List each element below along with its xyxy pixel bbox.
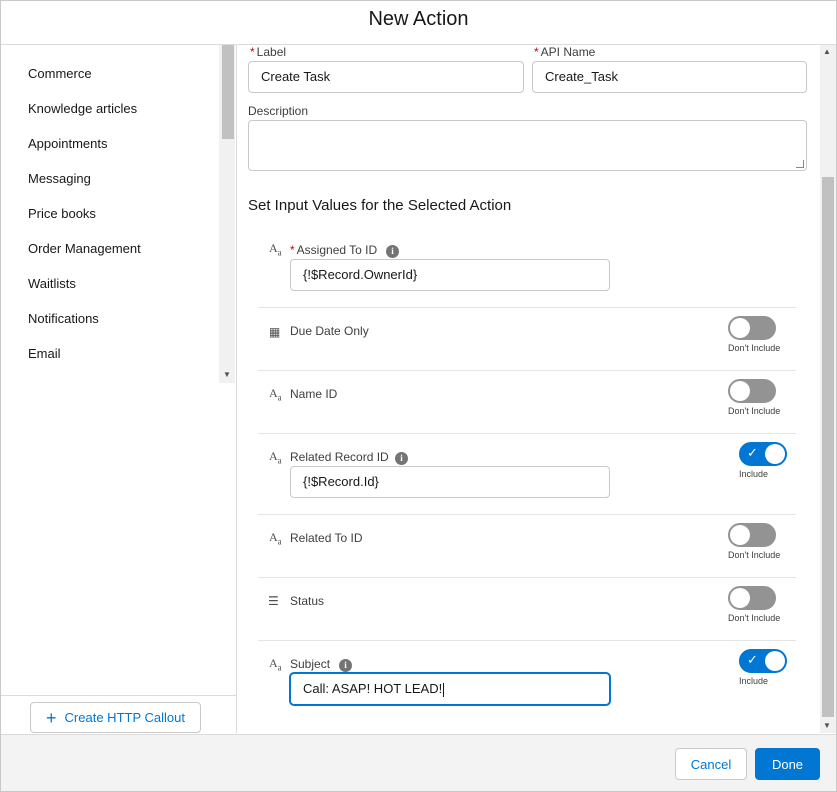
category-item-knowledge-articles[interactable]: Knowledge articles	[28, 101, 137, 116]
description-field-label: Description	[248, 104, 309, 118]
create-http-callout-label: Create HTTP Callout	[64, 710, 185, 725]
category-item-email[interactable]: Email	[28, 346, 61, 361]
related-to-id-toggle-caption: Don't Include	[728, 550, 781, 560]
checkmark-icon: ✓	[747, 652, 758, 667]
row-divider	[258, 514, 796, 515]
cancel-button[interactable]: Cancel	[675, 748, 747, 780]
scroll-up-arrow-icon[interactable]: ▲	[823, 47, 831, 56]
assigned-to-id-label: * Assigned To ID	[290, 243, 378, 257]
category-item-notifications[interactable]: Notifications	[28, 311, 99, 326]
text-type-icon: Aa	[269, 530, 282, 547]
picklist-icon: ☰	[268, 594, 279, 608]
status-label: Status	[290, 594, 325, 608]
checkmark-icon: ✓	[747, 445, 758, 460]
assigned-to-id-input[interactable]: {!$Record.OwnerId}	[290, 259, 610, 291]
due-date-only-toggle-caption: Don't Include	[728, 343, 781, 353]
text-type-icon: Aa	[269, 386, 282, 403]
modal-header: New Action	[1, 1, 836, 45]
row-divider	[258, 307, 796, 308]
due-date-only-toggle[interactable]	[728, 316, 776, 340]
required-marker: *	[534, 45, 539, 59]
related-record-id-toggle-caption: Include	[739, 469, 769, 479]
calendar-icon: ▦	[269, 325, 281, 339]
category-item-appointments[interactable]: Appointments	[28, 136, 108, 151]
text-type-icon: Aa	[269, 656, 282, 673]
due-date-only-label: Due Date Only	[290, 324, 369, 338]
related-to-id-label: Related To ID	[290, 531, 363, 545]
subject-input[interactable]: Call: ASAP! HOT LEAD!	[290, 673, 610, 705]
category-scrollbar-thumb[interactable]	[222, 45, 234, 139]
modal-title: New Action	[368, 8, 469, 30]
name-id-toggle[interactable]	[728, 379, 776, 403]
info-icon[interactable]: i	[386, 245, 399, 258]
name-id-toggle-caption: Don't Include	[728, 406, 781, 416]
related-record-id-label: Related Record ID	[290, 450, 389, 464]
section-title: Set Input Values for the Selected Action	[248, 197, 512, 214]
plus-icon: +	[46, 707, 57, 728]
scroll-down-arrow-icon[interactable]: ▼	[823, 721, 831, 730]
config-scrollbar-thumb[interactable]	[822, 177, 834, 717]
api-name-input[interactable]: Create_Task	[532, 61, 807, 93]
info-icon[interactable]: i	[339, 659, 352, 672]
category-item-messaging[interactable]: Messaging	[28, 171, 91, 186]
action-config-panel: ▲ ▼ * Label Create Task * API Name Create_…	[238, 45, 836, 733]
related-record-id-toggle[interactable]: ✓	[739, 442, 787, 466]
related-to-id-toggle[interactable]	[728, 523, 776, 547]
create-http-callout-button[interactable]: + Create HTTP Callout	[30, 702, 201, 733]
description-textarea[interactable]	[248, 120, 807, 171]
row-divider	[258, 433, 796, 434]
resize-handle-icon[interactable]	[796, 160, 804, 168]
related-record-id-input[interactable]: {!$Record.Id}	[290, 466, 610, 498]
row-divider	[258, 640, 796, 641]
status-toggle[interactable]	[728, 586, 776, 610]
action-category-panel: Commerce Knowledge articles Appointments…	[1, 45, 237, 733]
category-item-commerce[interactable]: Commerce	[28, 66, 92, 81]
row-divider	[258, 577, 796, 578]
api-name-field-label: * API Name	[534, 45, 596, 59]
row-divider	[258, 370, 796, 371]
subject-toggle-caption: Include	[739, 676, 769, 686]
label-input[interactable]: Create Task	[248, 61, 524, 93]
subject-toggle[interactable]: ✓	[739, 649, 787, 673]
name-id-label: Name ID	[290, 387, 338, 401]
label-field-label: * Label	[250, 45, 287, 59]
scroll-down-arrow-icon[interactable]: ▼	[221, 370, 233, 380]
text-type-icon: Aa	[269, 241, 282, 258]
category-item-order-management[interactable]: Order Management	[28, 241, 141, 256]
modal-footer: Cancel Done	[1, 734, 836, 791]
category-list: Commerce Knowledge articles Appointments…	[1, 45, 219, 385]
left-panel-footer: + Create HTTP Callout	[1, 695, 236, 733]
category-item-price-books[interactable]: Price books	[28, 206, 96, 221]
info-icon[interactable]: i	[395, 452, 408, 465]
status-toggle-caption: Don't Include	[728, 613, 781, 623]
new-action-modal: New Action Commerce Knowledge articles A…	[0, 0, 837, 792]
required-marker: *	[250, 45, 255, 59]
text-type-icon: Aa	[269, 449, 282, 466]
category-item-waitlists[interactable]: Waitlists	[28, 276, 76, 291]
subject-label: Subject	[290, 657, 331, 671]
text-cursor	[443, 682, 445, 697]
done-button[interactable]: Done	[755, 748, 820, 780]
